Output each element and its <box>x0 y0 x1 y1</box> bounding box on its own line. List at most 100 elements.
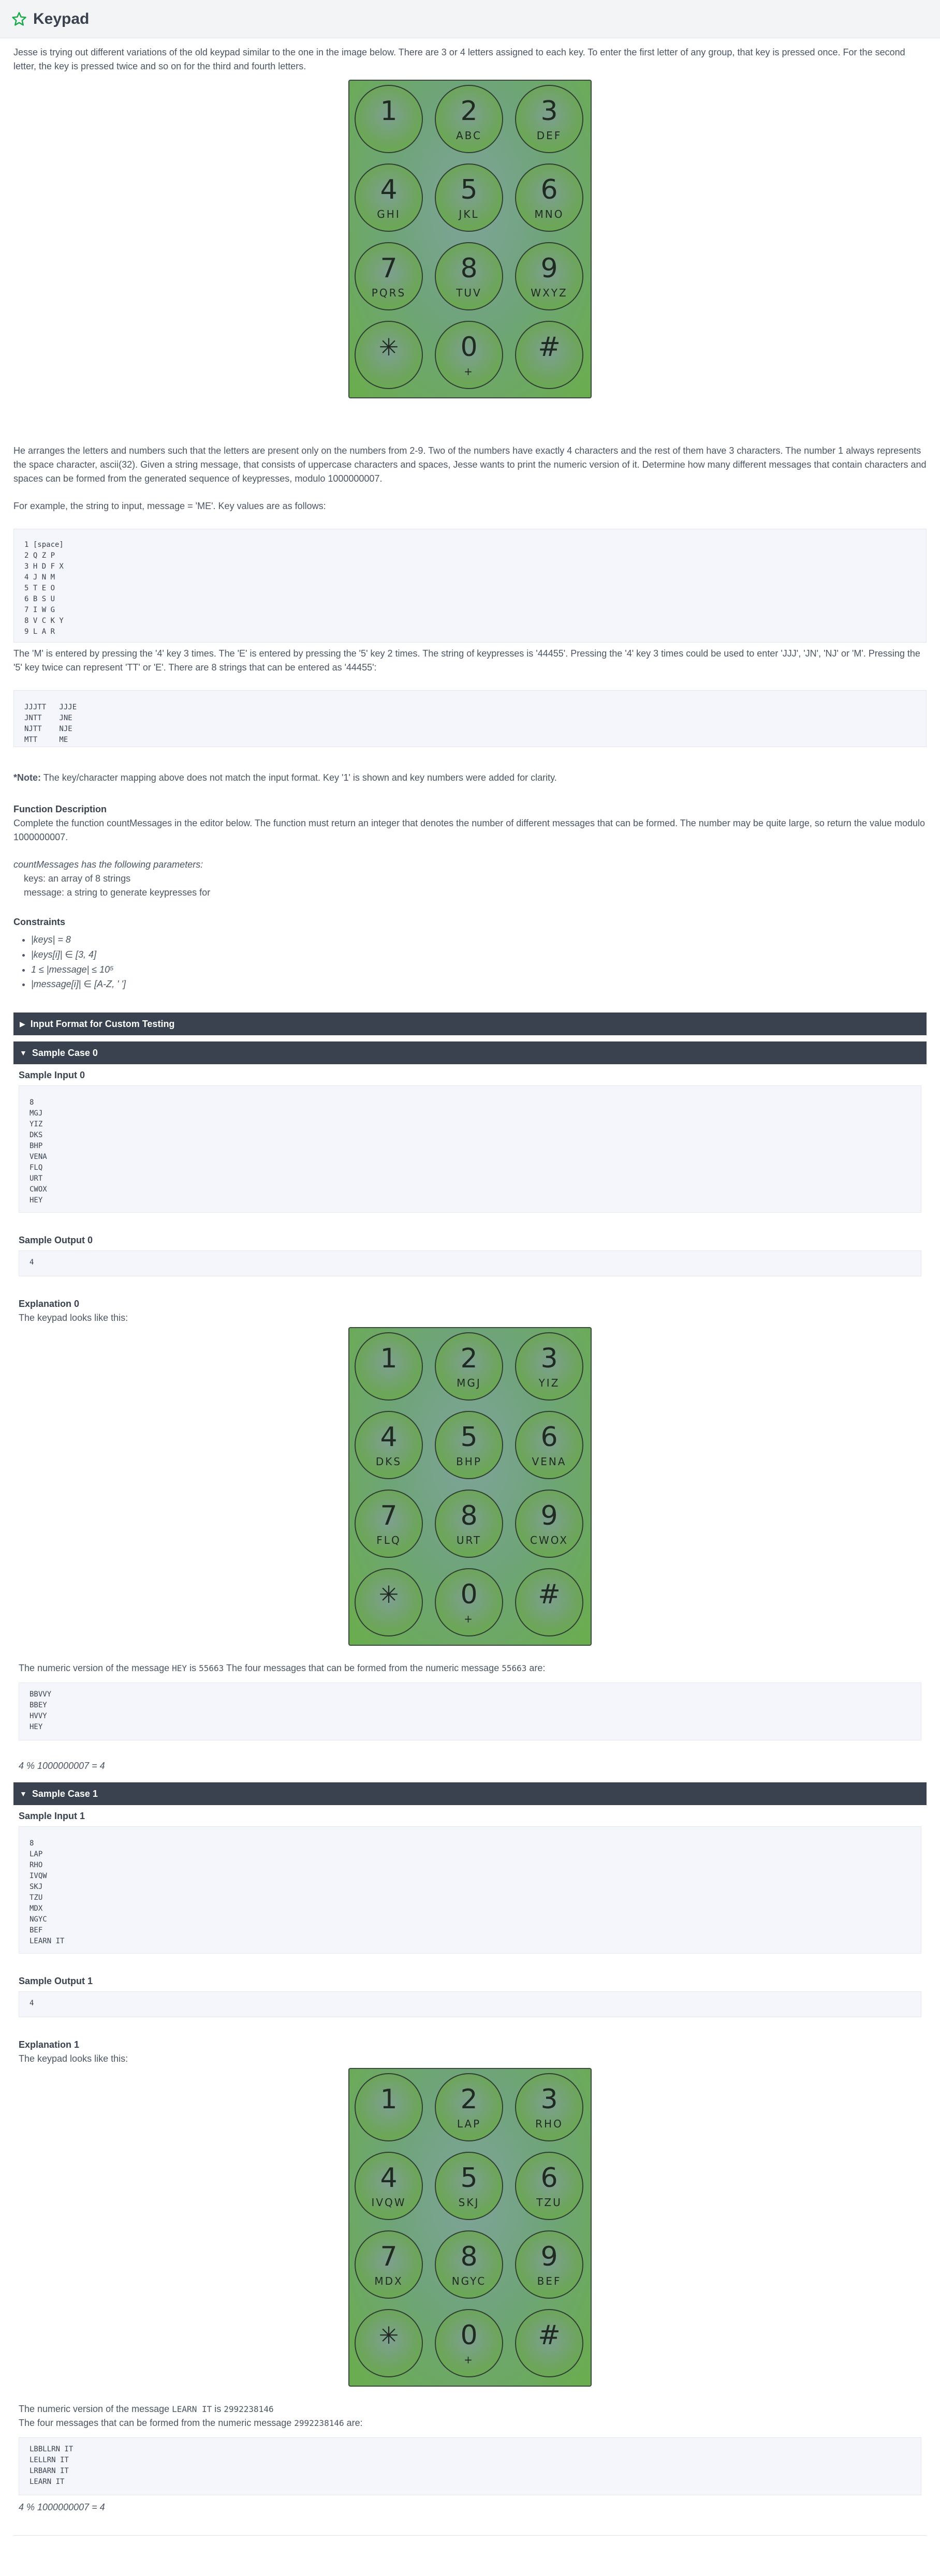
key-number: 1 <box>380 2084 398 2116</box>
key-letters: URT <box>456 1534 482 1547</box>
asterisk-icon: ✳ <box>378 1581 399 1609</box>
numeric-text-c: The four messages that can be formed fro… <box>226 1663 500 1674</box>
key-letters: + <box>464 1613 474 1626</box>
constraint-item: |message[i]| ∈ [A-Z, ' '] <box>31 977 927 992</box>
keypad-key-1: 1 <box>355 2073 423 2142</box>
key-letters: RHO <box>535 2118 563 2131</box>
keypad-key-4: 4 IVQW <box>355 2152 423 2221</box>
key-number: 5 <box>460 2163 478 2194</box>
accordion-label: Sample Case 0 <box>32 1047 98 1058</box>
numeric-text-d: are: <box>529 1663 546 1674</box>
explanation-text: The keypad looks like this: <box>19 1313 128 1323</box>
sample-input-code: 8 LAP RHO IVQW SKJ TZU MDX NGYC BEF LEAR… <box>19 1826 921 1954</box>
explanation-title: Explanation 1 <box>19 2039 80 2050</box>
key-letters: + <box>464 365 474 378</box>
constraint-item: |keys| = 8 <box>31 932 927 947</box>
key-letters: TZU <box>536 2196 562 2209</box>
key-letters: YIZ <box>538 1377 560 1390</box>
keypad-key-star: ✳ <box>355 321 423 389</box>
key-number: 2 <box>460 2084 478 2116</box>
bottom-divider <box>13 2535 927 2536</box>
key-number: 0 <box>460 1579 478 1611</box>
key-letters: TUV <box>456 287 482 299</box>
keypad-key-hash: # <box>515 2309 583 2378</box>
key-letters: CWOX <box>530 1534 568 1547</box>
keypad-key-hash: # <box>515 321 583 389</box>
key-number: 3 <box>540 96 558 127</box>
numeric-value-2: 55663 <box>502 1663 527 1674</box>
keypad-key-5: 5 SKJ <box>435 2152 503 2221</box>
keypad-key-8: 8 NGYC <box>435 2230 503 2299</box>
key-letters: DEF <box>536 129 562 142</box>
key-number: # <box>538 2320 561 2351</box>
problem-statement: Jesse is trying out different variations… <box>0 46 940 2536</box>
keypad-key-3: 3 DEF <box>515 85 583 153</box>
numeric-version-text: The numeric version of the message HEY i… <box>19 1661 921 1675</box>
keypress-paragraph: The 'M' is entered by pressing the '4' k… <box>13 648 920 673</box>
numeric-text-a: The numeric version of the message <box>19 2404 170 2415</box>
result-text: 4 % 1000000007 = 4 <box>19 1761 105 1771</box>
key-letters: DKS <box>375 1455 402 1468</box>
key-number: 4 <box>380 174 398 205</box>
numeric-value: 2992238146 <box>224 2404 274 2415</box>
key-letters: JKL <box>459 208 479 220</box>
key-values-code: 1 [space] 2 Q Z P 3 H D F X 4 J N M 5 T … <box>13 529 927 643</box>
sample-output-title: Sample Output 0 <box>19 1235 93 1246</box>
intro-paragraph: Jesse is trying out different variations… <box>13 47 905 71</box>
keypad-key-2: 2 ABC <box>435 85 503 153</box>
keypad-key-9: 9 CWOX <box>515 1490 583 1558</box>
key-number: 8 <box>460 253 478 284</box>
keypad-key-8: 8 URT <box>435 1490 503 1558</box>
key-letters: BHP <box>456 1455 482 1468</box>
keypad-image-sample-0: 1 2 MGJ 3 YIZ 4 DKS 5 BHP 6 VENA 7 FLQ 8 URT 9 CWOX ✳ 0 + # <box>19 1327 921 1646</box>
accordion-sample-case-0[interactable]: ▼ Sample Case 0 <box>13 1041 927 1065</box>
key-number: 0 <box>460 332 478 363</box>
key-letters: ABC <box>456 129 482 142</box>
key-number: 5 <box>460 174 478 205</box>
keypad-key-4: 4 DKS <box>355 1411 423 1480</box>
function-description-text: Complete the function countMessages in t… <box>13 818 926 842</box>
key-number: 7 <box>380 253 398 284</box>
key-letters: LAP <box>457 2118 481 2131</box>
asterisk-icon: ✳ <box>378 2321 399 2350</box>
note-paragraph: *Note: The key/character mapping above d… <box>13 771 927 785</box>
note-label: *Note: <box>13 772 41 783</box>
param-message: message: a string to generate keypresses… <box>24 887 211 898</box>
sample-input-title: Sample Input 1 <box>19 1811 85 1822</box>
messages-code: BBVVY BBEY HVVY HEY <box>19 1682 921 1741</box>
param-keys: keys: an array of 8 strings <box>24 873 131 884</box>
star-icon[interactable] <box>11 11 27 27</box>
numeric-message: LEARN IT <box>172 2404 212 2415</box>
key-letters: MNO <box>534 208 564 220</box>
key-number: 9 <box>540 253 558 284</box>
sample-output-title: Sample Output 1 <box>19 1976 93 1987</box>
messages-code: LBBLLRN IT LELLRN IT LRBARN IT LEARN IT <box>19 2437 921 2496</box>
caret-right-icon: ▶ <box>20 1019 25 1028</box>
key-number: 1 <box>380 96 398 127</box>
keypad-key-8: 8 TUV <box>435 242 503 310</box>
key-number: 2 <box>460 1343 478 1375</box>
key-number: 9 <box>540 2241 558 2273</box>
key-number: 4 <box>380 2163 398 2194</box>
key-letters: PQRS <box>371 287 406 299</box>
key-letters: VENA <box>532 1455 567 1468</box>
accordion-sample-case-1[interactable]: ▼ Sample Case 1 <box>13 1782 927 1806</box>
keypad-key-3: 3 RHO <box>515 2073 583 2142</box>
sample-input-code: 8 MGJ YIZ DKS BHP VENA FLQ URT CWOX HEY <box>19 1085 921 1213</box>
key-number: 2 <box>460 96 478 127</box>
accordion-custom-testing[interactable]: ▶ Input Format for Custom Testing <box>13 1012 927 1036</box>
key-number: # <box>538 1579 561 1611</box>
keypad-key-4: 4 GHI <box>355 163 423 232</box>
keypad-key-0: 0 + <box>435 321 503 389</box>
key-number: # <box>538 332 561 363</box>
key-number: 6 <box>540 1422 558 1453</box>
key-number: 3 <box>540 2084 558 2116</box>
constraint-item: 1 ≤ |message| ≤ 10⁵ <box>31 962 927 977</box>
numeric-text-b: is <box>189 1663 197 1674</box>
keypad-key-7: 7 MDX <box>355 2230 423 2299</box>
key-letters: + <box>464 2354 474 2366</box>
key-number: 4 <box>380 1422 398 1453</box>
keypad-key-5: 5 BHP <box>435 1411 503 1480</box>
keypad-key-star: ✳ <box>355 2309 423 2378</box>
numeric-message: HEY <box>172 1663 187 1674</box>
